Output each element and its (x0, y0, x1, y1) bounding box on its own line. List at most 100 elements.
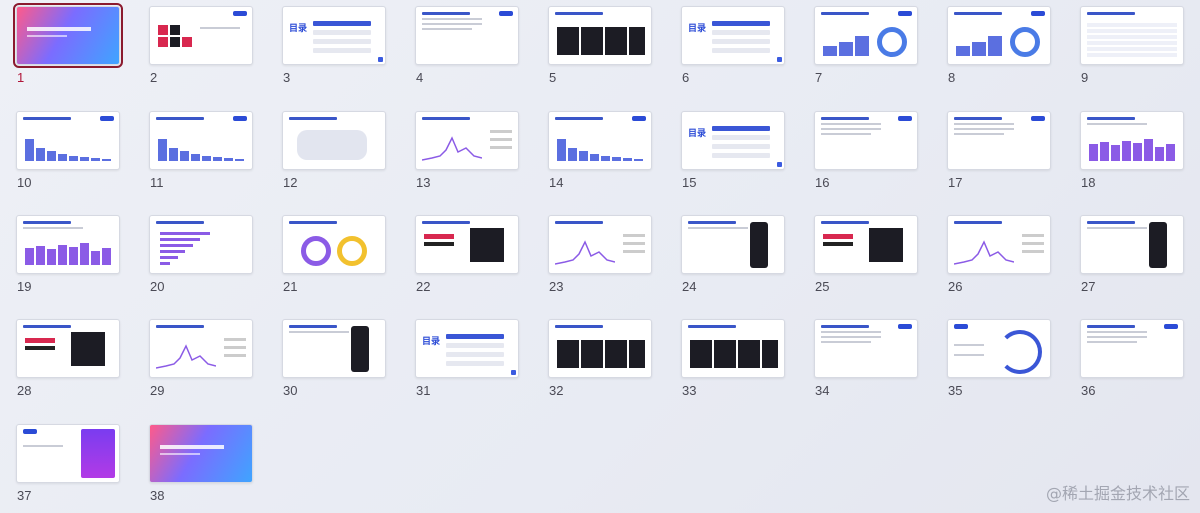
slide-thumbnail-8[interactable]: 8 (947, 6, 1053, 85)
slide-thumbnail-11[interactable]: 11 (149, 111, 255, 190)
slide-preview[interactable] (1080, 319, 1184, 378)
slide-preview[interactable] (149, 319, 253, 378)
slide-preview[interactable] (548, 111, 652, 170)
slide-number: 18 (1081, 175, 1096, 190)
slide-thumbnail-14[interactable]: 14 (548, 111, 654, 190)
slide-number: 15 (682, 175, 697, 190)
slide-preview[interactable]: 目录 (681, 111, 785, 170)
slide-thumbnail-19[interactable]: 19 (16, 215, 122, 294)
slide-number: 34 (815, 383, 830, 398)
slide-preview[interactable] (548, 319, 652, 378)
slide-number: 37 (17, 488, 32, 503)
slide-thumbnail-33[interactable]: 33 (681, 319, 787, 398)
slide-preview[interactable] (149, 111, 253, 170)
slide-number: 22 (416, 279, 431, 294)
slide-preview[interactable] (548, 215, 652, 274)
slide-preview[interactable] (814, 215, 918, 274)
slide-preview[interactable] (282, 111, 386, 170)
slide-preview[interactable] (947, 111, 1051, 170)
slide-thumbnail-22[interactable]: 22 (415, 215, 521, 294)
slide-preview[interactable]: 目录 (681, 6, 785, 65)
slide-thumbnail-15[interactable]: 目录 15 (681, 111, 787, 190)
slide-number: 17 (948, 175, 963, 190)
slide-preview[interactable]: 目录 (282, 6, 386, 65)
slide-number: 5 (549, 70, 557, 85)
slide-thumbnail-35[interactable]: 35 (947, 319, 1053, 398)
slide-thumbnail-37[interactable]: 37 (16, 424, 122, 503)
slide-preview[interactable] (947, 319, 1051, 378)
slide-preview[interactable] (681, 319, 785, 378)
slide-number: 33 (682, 383, 697, 398)
slide-thumbnail-23[interactable]: 23 (548, 215, 654, 294)
slide-thumbnail-9[interactable]: 9 (1080, 6, 1186, 85)
slide-thumbnail-36[interactable]: 36 (1080, 319, 1186, 398)
slide-thumbnail-24[interactable]: 24 (681, 215, 787, 294)
slide-preview[interactable] (681, 215, 785, 274)
slide-number: 9 (1081, 70, 1089, 85)
slide-thumbnail-29[interactable]: 29 (149, 319, 255, 398)
slide-preview[interactable] (1080, 215, 1184, 274)
slide-thumbnail-32[interactable]: 32 (548, 319, 654, 398)
slide-thumbnail-13[interactable]: 13 (415, 111, 521, 190)
slide-preview[interactable] (814, 6, 918, 65)
slide-number: 2 (150, 70, 158, 85)
slide-number: 16 (815, 175, 830, 190)
slide-thumbnail-27[interactable]: 27 (1080, 215, 1186, 294)
slide-number: 24 (682, 279, 697, 294)
slide-thumbnail-10[interactable]: 10 (16, 111, 122, 190)
slide-thumbnail-2[interactable]: 2 (149, 6, 255, 85)
slide-preview[interactable] (947, 6, 1051, 65)
slide-preview[interactable] (415, 6, 519, 65)
slide-preview[interactable] (947, 215, 1051, 274)
slide-thumbnail-28[interactable]: 28 (16, 319, 122, 398)
slide-thumbnail-30[interactable]: 30 (282, 319, 388, 398)
slide-number: 38 (150, 488, 165, 503)
slide-thumbnail-18[interactable]: 18 (1080, 111, 1186, 190)
slide-thumbnail-6[interactable]: 目录 6 (681, 6, 787, 85)
slide-preview[interactable] (16, 111, 120, 170)
slide-number: 27 (1081, 279, 1096, 294)
slide-preview[interactable] (814, 319, 918, 378)
slide-number: 36 (1081, 383, 1096, 398)
slide-preview[interactable] (13, 3, 123, 68)
slide-preview[interactable] (1080, 6, 1184, 65)
slide-preview[interactable] (282, 319, 386, 378)
slide-number: 32 (549, 383, 564, 398)
slide-preview[interactable] (16, 424, 120, 483)
slide-number: 19 (17, 279, 32, 294)
slide-preview[interactable] (814, 111, 918, 170)
slide-preview[interactable] (149, 215, 253, 274)
slide-thumbnail-4[interactable]: 4 (415, 6, 521, 85)
slide-thumbnail-16[interactable]: 16 (814, 111, 920, 190)
slide-number: 13 (416, 175, 431, 190)
slide-number: 4 (416, 70, 424, 85)
slide-preview[interactable] (16, 215, 120, 274)
slide-number: 3 (283, 70, 291, 85)
slide-preview[interactable] (16, 319, 120, 378)
slide-thumbnail-20[interactable]: 20 (149, 215, 255, 294)
slide-thumbnail-5[interactable]: 5 (548, 6, 654, 85)
toc-label: 目录 (289, 23, 308, 33)
slide-thumbnail-38[interactable]: 38 (149, 424, 255, 503)
slide-thumbnail-1[interactable]: 1 (13, 3, 123, 85)
slide-preview[interactable] (548, 6, 652, 65)
slide-thumbnail-34[interactable]: 34 (814, 319, 920, 398)
slide-thumbnail-21[interactable]: 21 (282, 215, 388, 294)
slide-preview[interactable] (149, 6, 253, 65)
slide-thumbnail-7[interactable]: 7 (814, 6, 920, 85)
slide-preview[interactable] (282, 215, 386, 274)
slide-thumbnail-3[interactable]: 目录 3 (282, 6, 388, 85)
slide-number: 30 (283, 383, 298, 398)
slide-thumbnail-26[interactable]: 26 (947, 215, 1053, 294)
slide-preview[interactable] (415, 215, 519, 274)
slide-preview[interactable]: 目录 (415, 319, 519, 378)
slide-thumbnail-25[interactable]: 25 (814, 215, 920, 294)
slide-preview[interactable] (1080, 111, 1184, 170)
slide-preview[interactable] (415, 111, 519, 170)
slide-number: 14 (549, 175, 564, 190)
slide-thumbnail-12[interactable]: 12 (282, 111, 388, 190)
slide-number: 1 (17, 70, 25, 85)
slide-thumbnail-31[interactable]: 目录 31 (415, 319, 521, 398)
slide-preview[interactable] (149, 424, 253, 483)
slide-thumbnail-17[interactable]: 17 (947, 111, 1053, 190)
